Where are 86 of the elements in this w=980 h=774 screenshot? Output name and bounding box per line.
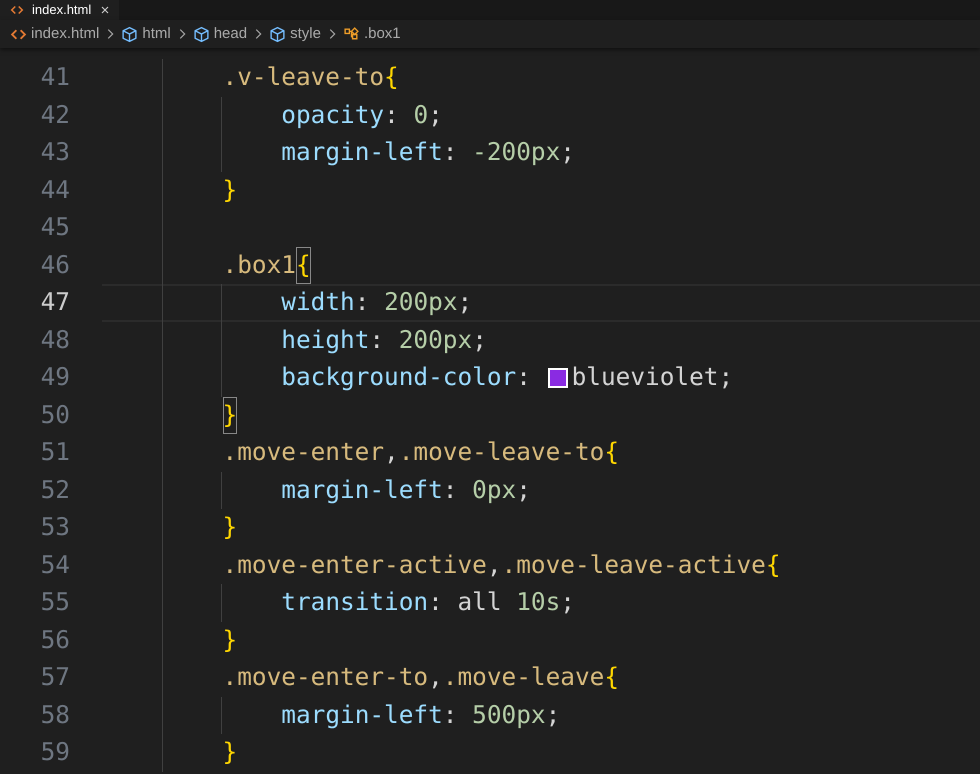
property-name: height (281, 324, 370, 356)
symbol-icon (342, 26, 360, 42)
editor-tab[interactable]: index.html (0, 0, 120, 20)
selector-text: .move-enter-active (222, 548, 487, 581)
punctuation: ; (472, 324, 487, 356)
number-value: 0px (472, 474, 516, 506)
number-value: 0 (413, 98, 428, 131)
punctuation: ; (516, 474, 531, 506)
color-swatch[interactable] (548, 368, 568, 388)
property-name: transition (281, 586, 428, 618)
breadcrumb-item[interactable]: html (142, 22, 171, 46)
line-number: 55 (40, 586, 70, 618)
line-number: 44 (40, 174, 70, 206)
line-number: 57 (40, 661, 70, 694)
selector-text: .v-leave-to (222, 61, 384, 94)
punctuation: : (428, 586, 444, 618)
punctuation: , (486, 548, 502, 581)
brace: } (222, 511, 238, 544)
line-number: 51 (40, 436, 70, 468)
punctuation: : (442, 136, 458, 168)
cube-icon (192, 26, 210, 42)
breadcrumb-item[interactable]: head (214, 22, 248, 46)
brace: { (604, 661, 620, 694)
brace: } (222, 736, 238, 768)
line-number: 48 (40, 324, 70, 356)
property-name: margin-left (281, 136, 443, 168)
property-name: background-color (281, 361, 516, 394)
punctuation: ; (546, 698, 560, 731)
brace: } (222, 174, 238, 206)
line-number: 53 (40, 511, 70, 544)
line-number: 46 (40, 248, 70, 281)
brace: { (604, 436, 620, 468)
punctuation: ; (458, 286, 472, 318)
number-value: 200px (398, 324, 472, 356)
number-value: 500px (472, 698, 546, 731)
selector-text: .move-enter (222, 436, 384, 468)
selector-text: .move-enter-to (222, 661, 428, 694)
punctuation: ; (560, 136, 575, 168)
line-number: 52 (40, 474, 70, 506)
keyword-value: all (458, 586, 502, 618)
line-number: 56 (40, 624, 70, 656)
punctuation: : (442, 474, 458, 506)
line-number: 59 (40, 736, 70, 768)
line-number: 41 (40, 61, 70, 94)
keyword-value: blueviolet (572, 361, 718, 394)
brace: } (222, 624, 238, 656)
number-value: -200px (472, 136, 560, 168)
punctuation: ; (718, 361, 734, 394)
cube-icon (121, 26, 138, 42)
code-icon (10, 3, 24, 17)
punctuation: , (428, 661, 443, 694)
line-number: 54 (40, 548, 70, 581)
selector-text: .move-leave-active (502, 548, 766, 581)
punctuation: , (384, 436, 399, 468)
brace: { (296, 246, 311, 284)
line-number: 45 (40, 211, 70, 244)
punctuation: : (516, 361, 532, 394)
close-icon (99, 4, 112, 16)
punctuation: ; (428, 98, 443, 131)
selector-text: .move-leave (442, 661, 604, 694)
punctuation: : (354, 286, 370, 318)
punctuation: : (442, 698, 458, 731)
breadcrumb-item[interactable]: .box1 (364, 22, 401, 46)
property-name: margin-left (281, 698, 443, 731)
breadcrumb-item[interactable]: style (290, 22, 321, 46)
line-number: 49 (40, 361, 70, 394)
line-number: 47 (40, 286, 70, 318)
property-name: width (281, 286, 355, 318)
selector-text: .move-leave-to (398, 436, 604, 468)
punctuation: : (384, 98, 400, 131)
number-value: 200px (384, 286, 458, 318)
brace: } (222, 396, 238, 434)
selector-text: .box1 (222, 248, 296, 281)
breadcrumb-item[interactable]: index.html (31, 22, 100, 46)
line-number: 58 (40, 698, 70, 731)
brace: { (384, 61, 399, 94)
line-number: 50 (40, 398, 70, 431)
punctuation: ; (560, 586, 575, 618)
number-value: 10s (516, 586, 560, 618)
property-name: opacity (281, 98, 384, 131)
line-number: 42 (40, 98, 70, 131)
brace: { (766, 548, 781, 581)
punctuation: : (369, 324, 386, 356)
cube-icon (269, 26, 286, 42)
property-name: margin-left (281, 474, 443, 506)
line-number: 43 (40, 136, 70, 168)
